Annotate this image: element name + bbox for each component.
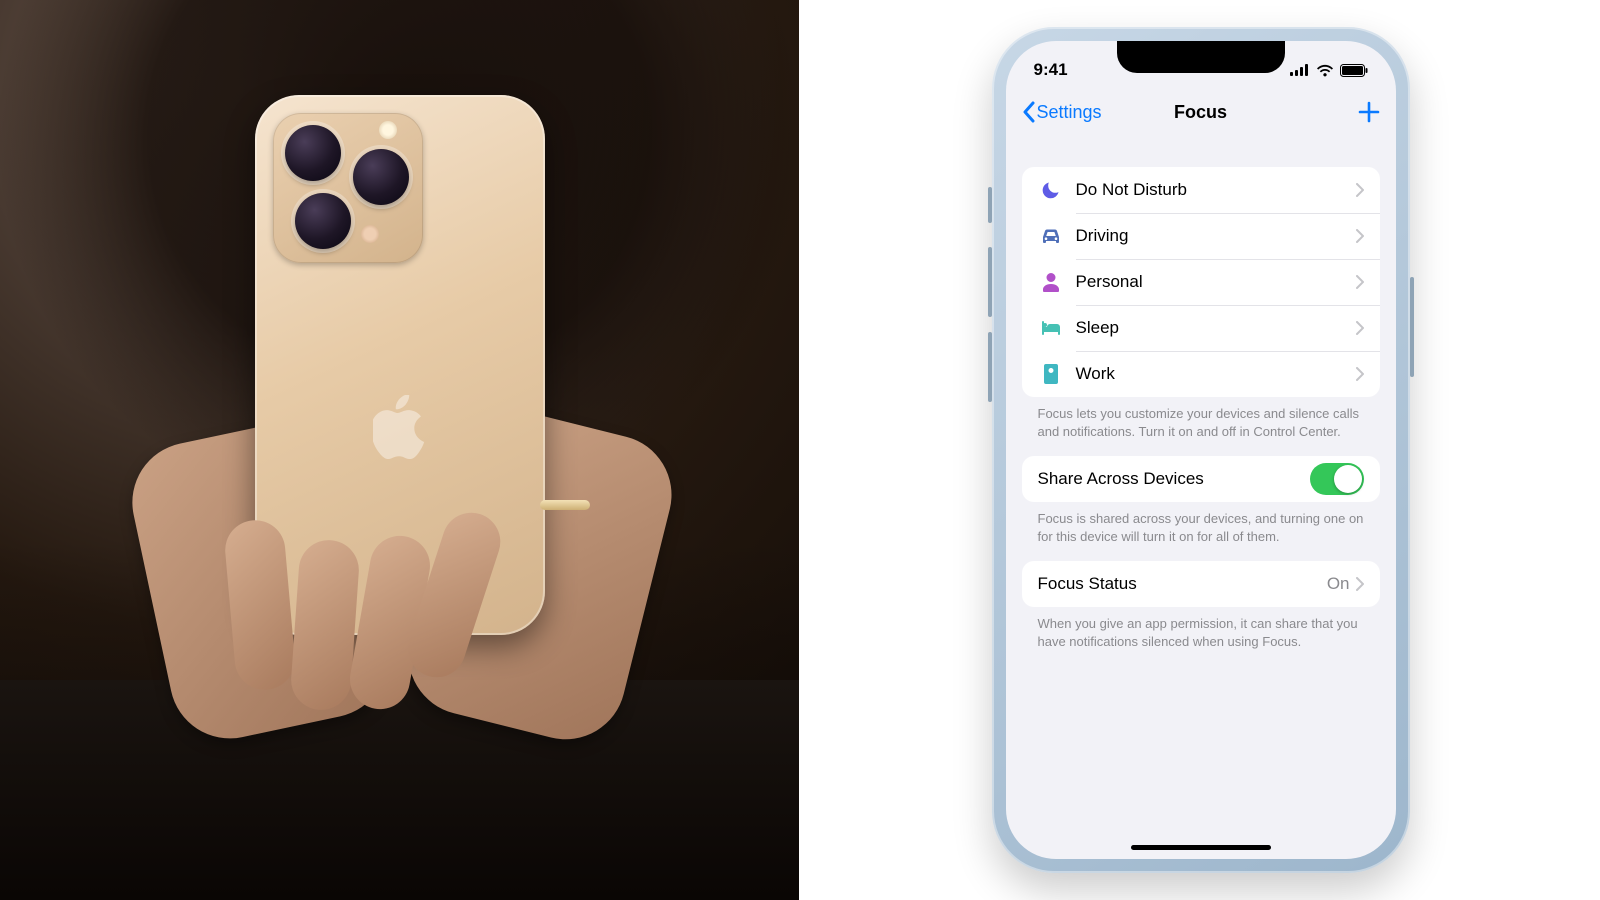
- chevron-right-icon: [1356, 229, 1364, 243]
- share-footer: Focus is shared across your devices, and…: [1022, 502, 1380, 545]
- share-toggle[interactable]: [1310, 463, 1364, 495]
- chevron-right-icon: [1356, 577, 1364, 591]
- status-time: 9:41: [1034, 60, 1068, 80]
- chevron-right-icon: [1356, 183, 1364, 197]
- shirt-shape: [0, 680, 799, 900]
- chevron-right-icon: [1356, 367, 1364, 381]
- badge-icon: [1038, 364, 1064, 384]
- wifi-icon: [1316, 64, 1334, 77]
- focus-mode-row[interactable]: Do Not Disturb: [1022, 167, 1380, 213]
- side-button: [1410, 277, 1414, 377]
- camera-module: [273, 113, 423, 263]
- volume-up-button: [988, 247, 992, 317]
- moon-icon: [1038, 180, 1064, 200]
- focus-mode-row[interactable]: Sleep: [1022, 305, 1380, 351]
- product-photo: [0, 0, 801, 900]
- focus-mode-label: Personal: [1076, 272, 1356, 292]
- focus-mode-label: Sleep: [1076, 318, 1356, 338]
- bed-icon: [1038, 320, 1064, 336]
- iphone-frame: 9:41: [992, 27, 1410, 873]
- content-scroll[interactable]: Do Not Disturb Driving Personal Sleep Work F…: [1006, 151, 1396, 859]
- home-indicator[interactable]: [1131, 845, 1271, 850]
- share-across-devices-row: Share Across Devices: [1022, 456, 1380, 502]
- notch: [1117, 41, 1285, 73]
- focus-mode-row[interactable]: Driving: [1022, 213, 1380, 259]
- focus-status-group: Focus Status On: [1022, 561, 1380, 607]
- car-icon: [1038, 228, 1064, 244]
- focus-status-footer: When you give an app permission, it can …: [1022, 607, 1380, 650]
- focus-status-row[interactable]: Focus Status On: [1022, 561, 1380, 607]
- chevron-right-icon: [1356, 321, 1364, 335]
- focus-modes-footer: Focus lets you customize your devices an…: [1022, 397, 1380, 440]
- mute-switch: [988, 187, 992, 223]
- battery-icon: [1340, 64, 1368, 77]
- focus-mode-label: Driving: [1076, 226, 1356, 246]
- focus-mode-label: Work: [1076, 364, 1356, 384]
- toggle-knob: [1334, 465, 1362, 493]
- focus-status-label: Focus Status: [1038, 574, 1327, 594]
- chevron-right-icon: [1356, 275, 1364, 289]
- phone-mock-panel: 9:41: [801, 0, 1600, 900]
- camera-lens-icon: [295, 193, 351, 249]
- back-label: Settings: [1037, 102, 1102, 123]
- focus-status-value: On: [1327, 574, 1350, 594]
- lidar-icon: [361, 225, 379, 243]
- nav-bar: Settings Focus: [1006, 89, 1396, 135]
- focus-mode-row[interactable]: Work: [1022, 351, 1380, 397]
- flash-icon: [379, 121, 397, 139]
- add-focus-button[interactable]: [1358, 101, 1380, 123]
- share-label: Share Across Devices: [1038, 469, 1204, 489]
- chevron-left-icon: [1022, 101, 1035, 123]
- back-button[interactable]: Settings: [1022, 101, 1102, 123]
- ring-shape: [540, 500, 590, 510]
- focus-mode-row[interactable]: Personal: [1022, 259, 1380, 305]
- screen: 9:41: [1006, 41, 1396, 859]
- focus-mode-label: Do Not Disturb: [1076, 180, 1356, 200]
- plus-icon: [1358, 101, 1380, 123]
- person-icon: [1038, 272, 1064, 292]
- share-group: Share Across Devices: [1022, 456, 1380, 502]
- apple-logo-icon: [373, 395, 427, 459]
- volume-down-button: [988, 332, 992, 402]
- camera-lens-icon: [353, 149, 409, 205]
- camera-lens-icon: [285, 125, 341, 181]
- cellular-icon: [1290, 64, 1310, 76]
- focus-modes-group: Do Not Disturb Driving Personal Sleep Work: [1022, 167, 1380, 397]
